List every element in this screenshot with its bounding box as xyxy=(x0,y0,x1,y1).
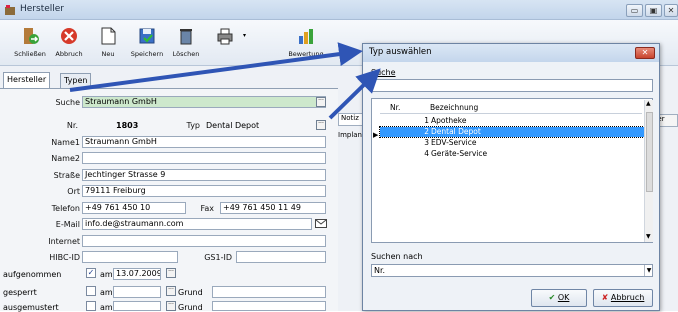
arrow-typ-to-dialog xyxy=(328,68,381,120)
arrow-typen-to-dialog xyxy=(69,42,363,92)
annotation-arrows xyxy=(69,42,381,120)
